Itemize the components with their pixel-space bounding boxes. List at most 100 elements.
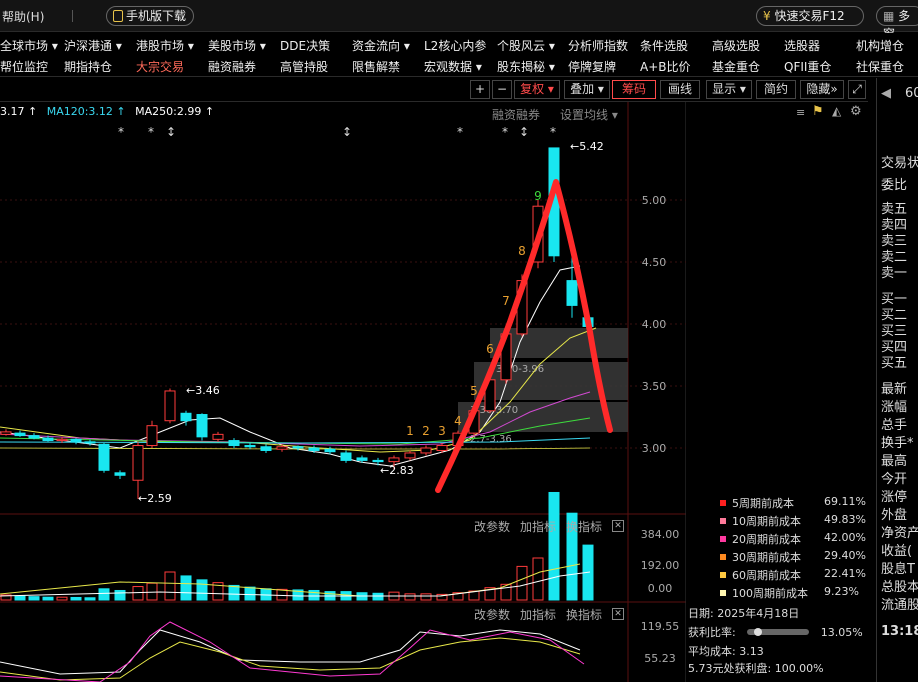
back-arrow-icon[interactable]: ◀: [881, 86, 891, 101]
event-marker[interactable]: ↕: [519, 125, 529, 139]
flag-icon[interactable]: ⚑: [812, 104, 824, 119]
help-menu[interactable]: 帮助(H): [2, 8, 44, 25]
candle-body: [42, 437, 54, 442]
display-dropdown[interactable]: 显示 ▾: [706, 80, 752, 99]
gear-icon[interactable]: ⚙: [850, 104, 862, 119]
overlay-dropdown[interactable]: 叠加 ▾: [564, 80, 610, 99]
nav-item[interactable]: 选股器: [784, 37, 820, 54]
candle-body: [164, 390, 176, 422]
mobile-download-button[interactable]: 手机版下载: [106, 6, 194, 26]
indicator-tick: 119.55: [641, 620, 680, 633]
price-axis: 5.00 4.50 4.00 3.50 3.00: [642, 194, 667, 455]
nav-item[interactable]: 大宗交易: [136, 58, 184, 75]
candle-body: [146, 425, 158, 447]
volume-close-icon[interactable]: ✕: [612, 520, 624, 532]
candle-body: [276, 446, 288, 450]
volume-bar: [164, 571, 176, 601]
candle-body: [372, 459, 384, 463]
multi-window-button[interactable]: ▦ 多窗: [876, 6, 918, 41]
nav-item[interactable]: 港股市场 ▾: [136, 37, 194, 54]
nav-item[interactable]: 高管持股: [280, 58, 328, 75]
nav-item[interactable]: QFII重仓: [784, 58, 831, 75]
candle-body: [388, 457, 400, 463]
volume-bar: [146, 582, 158, 601]
volume-tick: 192.00: [641, 559, 680, 572]
event-marker[interactable]: *: [502, 125, 508, 139]
nav-item[interactable]: 全球市场 ▾: [0, 37, 58, 54]
profit-ratio-bar: [747, 628, 810, 636]
price-tick: 4.50: [642, 256, 667, 269]
fast-trade-button[interactable]: ¥ 快速交易F12: [756, 6, 864, 26]
candle-body: [436, 445, 448, 451]
nav-item[interactable]: 沪深港通 ▾: [64, 37, 122, 54]
expand-icon[interactable]: ⤢: [848, 80, 866, 99]
nav-item[interactable]: 停牌复牌: [568, 58, 616, 75]
nav-item[interactable]: 股东揭秘 ▾: [497, 58, 555, 75]
indicator-add-indicator[interactable]: 加指标: [520, 606, 556, 623]
volume-bar: [404, 593, 416, 601]
draw-line-button[interactable]: 画线: [660, 80, 700, 99]
quote-label: 总手: [881, 418, 908, 433]
hide-button[interactable]: 隐藏»: [800, 80, 844, 99]
low2-annotation: ←2.83: [380, 464, 414, 477]
quote-label: 净资产: [881, 526, 918, 541]
low-annotation: ←2.59: [138, 492, 172, 505]
volume-add-indicator[interactable]: 加指标: [520, 518, 556, 535]
nav-item[interactable]: 条件选股: [640, 37, 688, 54]
kline-chart[interactable]: 3.70-3.96 3.36-3.70 2.7-3.36 ←5.42 ←3.46…: [0, 102, 686, 682]
candle-body: [196, 414, 208, 438]
nav-item[interactable]: 机构增仓: [856, 37, 904, 54]
event-marker[interactable]: *: [457, 125, 463, 139]
event-markers[interactable]: * * ↕ ↕ * * ↕ *: [118, 125, 556, 139]
nav-item[interactable]: 美股市场 ▾: [208, 37, 266, 54]
nav-item[interactable]: DDE决策: [280, 37, 330, 54]
event-marker[interactable]: *: [148, 125, 154, 139]
quote-label: 委比: [881, 178, 908, 193]
price-tick: 5.00: [642, 194, 667, 207]
nav-item[interactable]: 限售解禁: [352, 58, 400, 75]
legend-swatch: [720, 572, 726, 578]
nav-item[interactable]: 融资融券: [208, 58, 256, 75]
main-nav: 全球市场 ▾ 沪深港通 ▾ 港股市场 ▾ 美股市场 ▾ DDE决策 资金流向 ▾ L2核心内…: [0, 33, 918, 77]
candle-body: [0, 431, 12, 435]
simple-button[interactable]: 简约: [756, 80, 796, 99]
indicator-change-params[interactable]: 改参数: [474, 606, 510, 623]
volume-bar: [276, 588, 288, 601]
quote-label: 涨停: [881, 490, 908, 505]
candle-body: [340, 452, 352, 461]
candle-body: [420, 447, 432, 454]
nav-item[interactable]: A+B比价: [640, 58, 691, 75]
chip-button[interactable]: 筹码: [612, 80, 656, 99]
volume-change-params[interactable]: 改参数: [474, 518, 510, 535]
nav-item[interactable]: 高级选股: [712, 37, 760, 54]
nav-item[interactable]: L2核心内参: [424, 37, 486, 54]
nav-item[interactable]: 个股风云 ▾: [497, 37, 555, 54]
indicator-close-icon[interactable]: ✕: [612, 608, 624, 620]
chip-legend-row: 10周期前成本 49.83%: [720, 513, 866, 529]
list-icon[interactable]: ≡: [796, 106, 805, 119]
zoom-in-button[interactable]: +: [470, 80, 490, 99]
legend-swatch: [720, 536, 726, 542]
nav-item[interactable]: 社保重仓: [856, 58, 904, 75]
candle-body: [356, 457, 368, 461]
price-tick: 3.00: [642, 442, 667, 455]
nav-item[interactable]: 宏观数据 ▾: [424, 58, 482, 75]
event-marker[interactable]: *: [118, 125, 124, 139]
nav-item[interactable]: 帮位监控: [0, 58, 48, 75]
event-marker[interactable]: ↕: [342, 125, 352, 139]
nav-item[interactable]: 资金流向 ▾: [352, 37, 410, 54]
chart-triangle-icon[interactable]: ◭: [832, 104, 841, 118]
event-marker[interactable]: ↕: [166, 125, 176, 139]
nav-item[interactable]: 基金重仓: [712, 58, 760, 75]
chip-legend-row: 5周期前成本 69.11%: [720, 495, 866, 511]
nav-item[interactable]: 期指持仓: [64, 58, 112, 75]
legend-swatch: [720, 518, 726, 524]
fuquan-dropdown[interactable]: 复权 ▾: [514, 80, 560, 99]
zoom-out-button[interactable]: −: [492, 80, 512, 99]
event-marker[interactable]: *: [550, 125, 556, 139]
indicator-switch-indicator[interactable]: 换指标: [566, 606, 602, 623]
volume-switch-indicator[interactable]: 换指标: [566, 518, 602, 535]
seq-label: 4: [454, 414, 462, 428]
seq-label: 6: [486, 342, 494, 356]
nav-item[interactable]: 分析师指数: [568, 37, 628, 54]
